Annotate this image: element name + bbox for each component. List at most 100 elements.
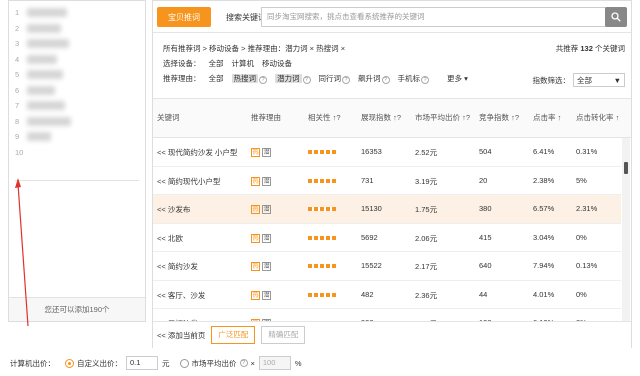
more-options-button[interactable]: 更多 <box>447 74 462 83</box>
table-row[interactable]: << 简约沙发 热潜 15522 2.17元 640 7.94% 0.13% <box>153 252 621 281</box>
ctr-cell: 7.94% <box>533 261 555 270</box>
potential-badge: 潜 <box>262 290 271 300</box>
device-filter-label: 选择设备： <box>163 59 201 68</box>
device-option-all[interactable]: 全部 <box>209 56 224 71</box>
avg-bid-cell: 2.52元 <box>415 148 438 157</box>
help-icon: ? <box>465 113 471 122</box>
selected-keyword-item[interactable]: 10 <box>15 145 145 161</box>
ctr-cell: 6.41% <box>533 147 555 156</box>
potential-badge: 潜 <box>262 262 271 271</box>
hot-badge: 热 <box>251 176 260 186</box>
custom-bid-label: 自定义出价： <box>77 358 122 368</box>
relevance-bar <box>308 147 336 156</box>
selected-keyword-item[interactable]: 7 <box>15 98 145 114</box>
keyword-cell[interactable]: << 沙发布 <box>157 204 190 215</box>
selected-keyword-item[interactable]: 9 <box>15 129 145 145</box>
help-icon[interactable]: ? <box>342 76 350 84</box>
total-count-number: 132 <box>580 44 593 53</box>
custom-bid-input[interactable]: 0.1 <box>126 356 158 370</box>
relevance-bar <box>308 204 336 213</box>
reason-cell: 热潜 <box>251 176 273 186</box>
caret-down-icon: ▼ <box>613 75 621 85</box>
sort-icon: ↑ <box>615 113 620 122</box>
add-current-page-button[interactable]: << 添加当前页 <box>157 330 205 341</box>
reason-option-peer[interactable]: 同行词 <box>319 74 342 83</box>
table-row[interactable]: << 现代简约沙发 小户型 热潜 16353 2.52元 504 6.41% 0.31% <box>153 138 621 167</box>
potential-badge: 潜 <box>262 176 271 186</box>
help-icon: ? <box>514 113 520 122</box>
help-icon[interactable]: ? <box>421 76 429 84</box>
market-bid-percent-input[interactable]: 100 <box>258 356 291 370</box>
selected-keyword-item[interactable]: 5 <box>15 67 145 83</box>
item-number: 8 <box>15 116 20 126</box>
tab-recommended[interactable]: 宝贝推词 <box>157 6 211 27</box>
reason-option-potential[interactable]: 潜力词 <box>275 74 302 83</box>
impressions-cell: 15130 <box>361 204 382 213</box>
selected-keyword-item[interactable]: 1 <box>15 5 145 21</box>
keyword-cell[interactable]: << 客厅、沙发 <box>157 290 205 301</box>
custom-bid-radio[interactable] <box>65 358 74 368</box>
col-cvr[interactable]: 点击转化率 ↑ <box>576 112 619 123</box>
device-option-mobile[interactable]: 移动设备 <box>262 56 292 71</box>
table-row[interactable]: << 北欧 热潜 5692 2.06元 415 3.04% 0% <box>153 224 621 252</box>
col-competition[interactable]: 竞争指数 ↑? <box>479 112 519 123</box>
reason-cell: 热潜 <box>251 290 273 300</box>
table-scrollbar[interactable] <box>622 138 630 321</box>
table-row[interactable]: << 简约现代小户型 热潜 731 3.19元 20 2.38% 5% <box>153 167 621 195</box>
col-impressions[interactable]: 展现指数 ↑? <box>361 112 401 123</box>
bid-settings: 计算机出价： 自定义出价： 0.1 元 市场平均出价 ? × 100 % <box>10 356 302 370</box>
competition-cell: 20 <box>479 175 488 185</box>
relevance-bar <box>308 290 336 299</box>
selected-keyword-item[interactable]: 3 <box>15 36 145 52</box>
hot-badge: 热 <box>251 262 260 271</box>
reason-option-all[interactable]: 全部 <box>209 71 224 86</box>
selected-keyword-item[interactable]: 8 <box>15 114 145 130</box>
selected-keyword-item[interactable]: 4 <box>15 52 145 68</box>
metric-filter-select[interactable]: 全部 ▼ <box>573 73 625 87</box>
table-row[interactable]: << 五福沙发热潜9081.04元1086.12%0% <box>153 309 621 321</box>
reason-filter-label: 推荐理由： <box>163 74 201 83</box>
cvr-cell: 2.31% <box>576 204 598 213</box>
avg-bid-cell: 2.17元 <box>415 262 438 271</box>
item-number: 1 <box>15 8 20 17</box>
keyword-cell[interactable]: << 北欧 <box>157 233 183 244</box>
table-row[interactable]: << 客厅、沙发 热潜 482 2.36元 44 4.01% 0% <box>153 281 621 309</box>
keyword-cell[interactable]: << 简约现代小户型 <box>157 176 220 187</box>
total-count: 共推荐 132 个关键词 <box>555 44 625 53</box>
help-icon: ? <box>396 113 402 122</box>
help-icon[interactable]: ? <box>381 76 390 84</box>
impressions-cell: 5692 <box>361 232 378 242</box>
table-row[interactable]: << 沙发布 热潜 15130 1.75元 380 6.57% 2.31% <box>153 195 621 224</box>
reason-option-mobile[interactable]: 手机标 <box>398 74 421 83</box>
ctr-cell: 6.57% <box>533 204 555 213</box>
help-icon[interactable]: ? <box>259 76 267 84</box>
col-ctr[interactable]: 点击率 ↑ <box>533 112 561 123</box>
relevance-bar <box>308 261 336 270</box>
selected-keyword-item[interactable]: 6 <box>15 83 145 99</box>
competition-cell: 44 <box>479 289 488 299</box>
ctr-cell: 3.04% <box>533 232 555 242</box>
keyword-cell[interactable]: << 现代简约沙发 小户型 <box>157 147 237 158</box>
device-option-computer[interactable]: 计算机 <box>232 56 255 71</box>
help-icon[interactable]: ? <box>302 76 311 84</box>
reason-option-hot[interactable]: 热搜词 <box>231 74 258 83</box>
blurred-keyword <box>27 85 55 95</box>
selected-keyword-item[interactable]: 2 <box>15 21 145 37</box>
keyword-search-input[interactable]: 同步淘宝网搜索，挑点击查看系统推荐的关键词 <box>261 7 606 27</box>
market-bid-radio[interactable] <box>179 358 189 368</box>
col-keyword: 关键词 <box>157 113 180 122</box>
help-icon[interactable]: ? <box>239 359 248 367</box>
broad-match-button[interactable]: 广泛匹配 <box>211 326 256 344</box>
competition-cell: 415 <box>479 232 492 242</box>
exact-match-button[interactable]: 精确匹配 <box>261 326 306 344</box>
col-avg-bid[interactable]: 市场平均出价 ↑? <box>415 112 470 123</box>
search-button[interactable] <box>605 7 627 27</box>
device-filter: 选择设备： 全部 计算机 移动设备 <box>163 56 625 71</box>
reason-option-rising[interactable]: 飙升词 <box>358 74 381 83</box>
col-relevance[interactable]: 相关性 ↑? <box>308 112 341 123</box>
scroll-thumb[interactable] <box>624 162 628 174</box>
keyword-cell[interactable]: << 简约沙发 <box>157 261 198 272</box>
relevance-bar <box>308 176 336 185</box>
metric-filter-label: 指数筛选： <box>532 75 571 85</box>
search-icon <box>611 12 621 22</box>
